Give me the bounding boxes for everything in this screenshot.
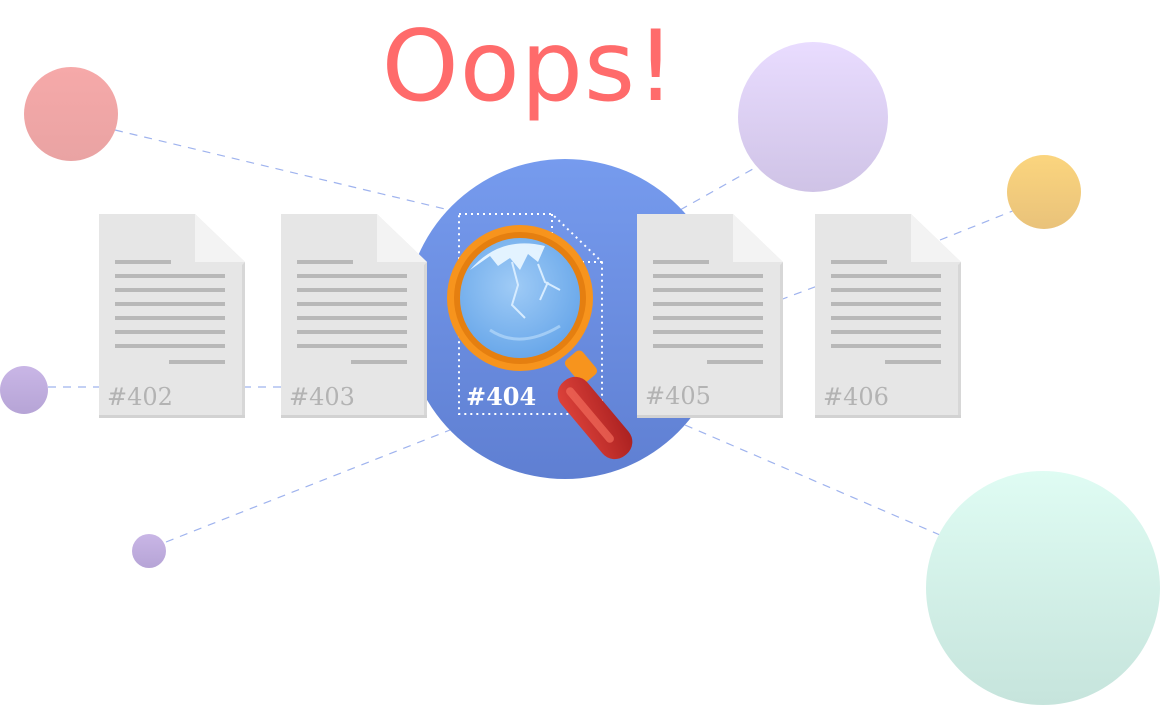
yellow-orb [1007,155,1081,229]
purple-orb-small [132,534,166,568]
page-title: Oops! [381,10,677,124]
document-label-404: #404 [466,382,537,411]
purple-orb-left [0,366,48,414]
document-label-406: #406 [823,383,889,411]
document-label-402: #402 [107,383,173,411]
document-label-405: #405 [645,382,711,410]
document-label-403: #403 [289,383,355,411]
mint-orb [926,471,1160,705]
error-404-illustration: Oops! #402 #403 #404 #405 #406 [0,0,1161,706]
